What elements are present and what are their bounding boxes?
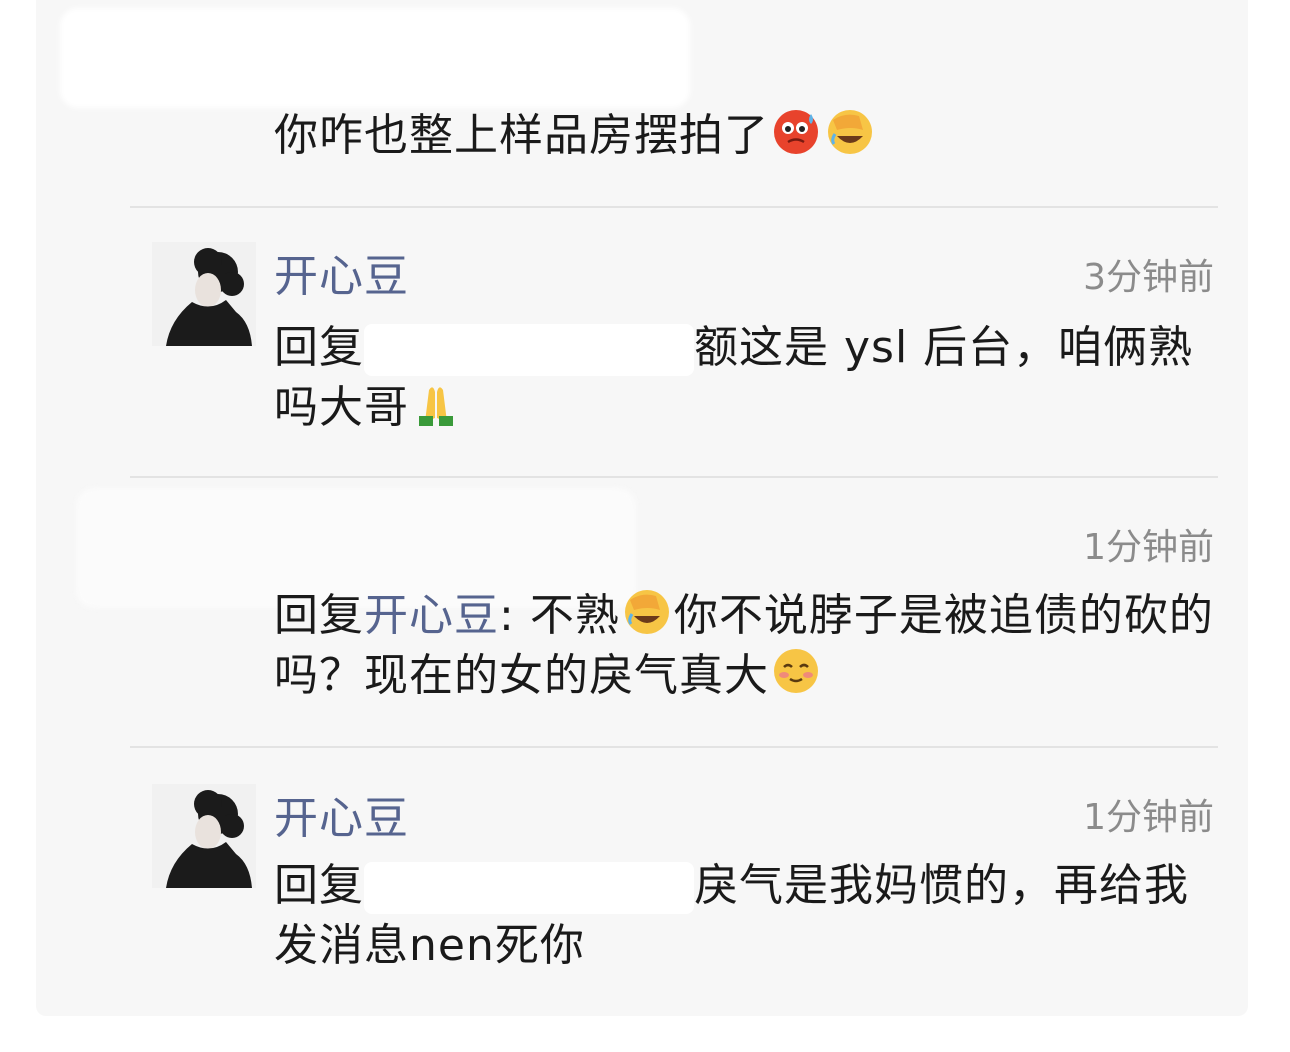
facepalm-laugh-emoji — [825, 106, 875, 156]
comment-body: 回复开心豆: 不熟 你不说脖子是被追债的砍的吗？现在的女的戾气真大 — [274, 586, 1224, 706]
comment-item: 开心豆 3分钟前 回复 额这是 ysl 后台，咱俩熟吗大哥 — [36, 208, 1248, 476]
comment-author[interactable]: 开心豆 — [274, 240, 409, 304]
facepalm-laugh-emoji — [622, 586, 672, 636]
user-avatar[interactable] — [152, 784, 256, 888]
reply-prefix: 回复 — [274, 860, 364, 911]
user-avatar[interactable] — [152, 242, 256, 346]
comment-body: 回复 额这是 ysl 后台，咱俩熟吗大哥 — [274, 318, 1224, 438]
hot-face-emoji — [771, 106, 821, 156]
blush-emoji — [771, 646, 821, 696]
mention-separator: : — [499, 590, 515, 641]
comment-item: 开心豆 1分钟前 回复 戾气是我妈惯的，再给我发消息nen死你 — [36, 748, 1248, 1016]
comment-thread: 你咋也整上样品房摆拍了 开心豆 3分钟前 回复 额这是 ysl 后台，咱俩熟吗大哥 — [36, 0, 1248, 1016]
comment-time: 1分钟前 — [1083, 797, 1214, 838]
reply-prefix: 回复 — [274, 322, 364, 373]
comment-body: 你咋也整上样品房摆拍了 — [274, 106, 1224, 166]
redacted-header — [60, 8, 690, 108]
comment-author[interactable]: 开心豆 — [274, 782, 409, 846]
comment-time: 3分钟前 — [1083, 257, 1214, 298]
redacted-mention — [364, 862, 694, 914]
mention-link[interactable]: 开心豆 — [364, 590, 499, 641]
comment-item: 你咋也整上样品房摆拍了 — [36, 0, 1248, 206]
pray-emoji — [411, 378, 461, 428]
redacted-mention — [364, 324, 694, 376]
comment-item: 1分钟前 回复开心豆: 不熟 你不说脖子是被追债的砍的吗？现在的女的戾气真大 — [36, 478, 1248, 746]
comment-text: 你咋也整上样品房摆拍了 — [274, 110, 769, 161]
reply-prefix: 回复 — [274, 590, 364, 641]
comment-text-part1: 不熟 — [514, 590, 620, 641]
comment-time: 1分钟前 — [1083, 527, 1214, 568]
comment-body: 回复 戾气是我妈惯的，再给我发消息nen死你 — [274, 856, 1224, 976]
